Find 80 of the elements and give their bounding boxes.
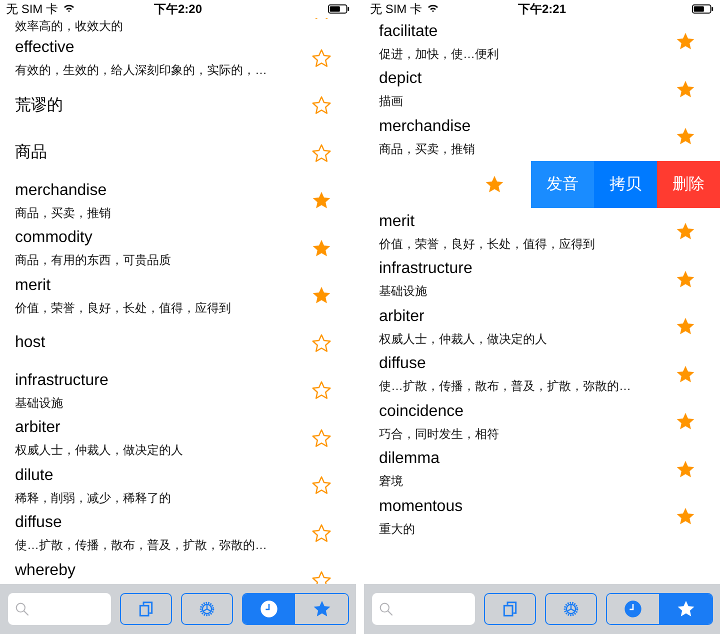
battery-icon [692, 4, 714, 14]
meaning-text: 商品，买卖，推销 [379, 140, 476, 157]
swipe-action-button[interactable]: 删除 [657, 160, 720, 208]
settings-button[interactable] [545, 593, 597, 625]
clock-icon [259, 599, 280, 619]
battery-icon [328, 4, 350, 14]
word-text: host [15, 333, 46, 354]
meaning-text: 基础设施 [379, 283, 428, 300]
meaning-text: 商品，有用的东西，可贵品质 [15, 252, 172, 268]
meaning-text: 价值，荣誉，良好，长处，值得，应得到 [15, 300, 232, 316]
star-icon[interactable] [675, 268, 696, 290]
word-text: merit [15, 276, 52, 296]
word-text: infrastructure [379, 259, 474, 280]
star-icon[interactable] [311, 475, 332, 496]
star-icon[interactable] [311, 428, 332, 449]
star-icon[interactable] [484, 174, 505, 195]
meaning-text: 有效的，生效的，给人深刻印象的，实际的，… [15, 62, 268, 78]
word-text: whereby [15, 561, 76, 581]
carrier-label: 无 SIM 卡 [370, 0, 422, 18]
meaning-text: 权威人士，仲裁人，做决定的人 [379, 330, 548, 347]
star-icon[interactable] [311, 95, 332, 116]
swipe-action-button[interactable]: 拷贝 [594, 160, 657, 208]
meaning-text: 基础设施 [15, 394, 64, 411]
meaning-text: 价值，荣誉，良好，长处，值得，应得到 [379, 236, 596, 252]
word-text: 商品 [15, 143, 48, 164]
meaning-text: 巧合，同时发生，相符 [379, 426, 500, 442]
meaning-text: 使…扩散，传播，散布，普及，扩散，弥散的… [15, 537, 268, 554]
word-text: momentous [379, 496, 464, 517]
word-text: merchandise [379, 116, 472, 137]
star-icon[interactable] [311, 522, 332, 544]
star-icon[interactable] [675, 364, 696, 385]
search-field[interactable] [8, 593, 112, 625]
meaning-text: 权威人士，仲裁人，做决定的人 [15, 442, 184, 458]
copy-button[interactable] [484, 593, 536, 625]
word-text: effective [15, 38, 76, 58]
favorites-tab[interactable] [659, 594, 712, 624]
word-text: dilemma [379, 449, 440, 470]
star-icon[interactable] [311, 332, 332, 354]
word-text: coincidence [379, 402, 464, 422]
word-text: depict [379, 69, 423, 90]
star-icon [676, 599, 696, 619]
meaning-text: 促进，加快，使…便利 [379, 46, 500, 62]
copy-button[interactable] [120, 593, 172, 625]
star-icon[interactable] [311, 142, 332, 164]
meaning-text: 描画 [379, 93, 404, 110]
search-icon [14, 601, 30, 617]
word-text: merchandise [15, 180, 108, 201]
wifi-icon [426, 3, 440, 15]
meaning-text: 效率高的，收效大的 [15, 18, 124, 34]
word-text: 荒谬的 [15, 96, 64, 116]
meaning-text: 使…扩散，传播，散布，普及，扩散，弥散的… [379, 378, 632, 394]
star-icon [312, 599, 332, 619]
status-time: 下午2:21 [518, 0, 566, 18]
word-text: merit [379, 212, 416, 232]
search-field[interactable] [372, 593, 476, 625]
swipe-action-button[interactable]: 发音 [531, 160, 594, 208]
word-text: commodity [15, 228, 94, 248]
carrier-label: 无 SIM 卡 [6, 0, 58, 18]
clock-icon [623, 599, 644, 619]
word-text: diffuse [15, 513, 63, 534]
wifi-icon [62, 3, 76, 15]
word-text: arbiter [379, 306, 426, 327]
status-time: 下午2:20 [154, 0, 202, 18]
word-text: infrastructure [15, 370, 110, 391]
word-text: arbiter [15, 418, 62, 438]
word-text: facilitate [379, 22, 439, 42]
star-icon[interactable] [311, 48, 332, 69]
history-tab[interactable] [242, 594, 296, 624]
meaning-text: 商品，买卖，推销 [15, 204, 112, 221]
meaning-text: 重大的 [379, 520, 416, 537]
star-icon[interactable] [311, 380, 332, 402]
star-icon[interactable] [311, 238, 332, 259]
settings-button[interactable] [181, 593, 233, 625]
word-text: dilute [15, 466, 54, 486]
word-text: diffuse [379, 354, 427, 374]
star-icon[interactable] [675, 458, 696, 480]
meaning-text: 稀释，削弱，减少，稀释了的 [15, 490, 172, 506]
meaning-text: 窘境 [379, 473, 404, 490]
star-icon[interactable] [675, 78, 696, 100]
search-icon [378, 601, 394, 617]
